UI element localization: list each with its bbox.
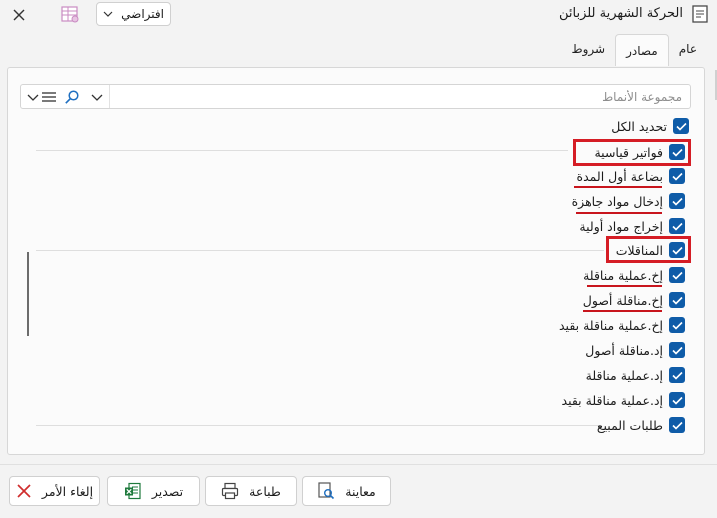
cancel-icon bbox=[17, 484, 31, 498]
preview-icon bbox=[318, 482, 335, 500]
tab-strip: عام مصادر شروط bbox=[562, 34, 707, 66]
highlight-underline bbox=[587, 285, 662, 287]
check-icon bbox=[671, 421, 683, 430]
tab-conditions[interactable]: شروط bbox=[562, 34, 616, 64]
preview-button-label: معاينة bbox=[345, 483, 376, 499]
checkbox[interactable] bbox=[669, 218, 685, 234]
highlight-box bbox=[606, 236, 691, 263]
chevron-down-icon bbox=[103, 11, 113, 17]
chevron-down-icon[interactable] bbox=[25, 89, 41, 105]
excel-export-icon bbox=[124, 482, 141, 500]
tab-general[interactable]: عام bbox=[669, 34, 707, 64]
check-icon bbox=[671, 346, 683, 355]
list-item-label: إد.عملية مناقلة بقيد bbox=[561, 392, 663, 408]
check-icon bbox=[671, 271, 683, 280]
list-item[interactable]: إد.عملية مناقلة bbox=[586, 364, 685, 386]
checkbox[interactable] bbox=[669, 267, 685, 283]
list-divider bbox=[36, 250, 604, 251]
checkbox[interactable] bbox=[669, 317, 685, 333]
preview-button[interactable]: معاينة bbox=[302, 476, 391, 506]
check-icon bbox=[671, 396, 683, 405]
chevron-down-icon[interactable] bbox=[89, 89, 105, 105]
list-item-label: إخ.عملية مناقلة bbox=[583, 267, 663, 283]
checkbox[interactable] bbox=[669, 292, 685, 308]
print-icon bbox=[222, 482, 239, 500]
list-item[interactable]: إخ.عملية مناقلة bbox=[583, 264, 685, 286]
list-divider bbox=[36, 150, 568, 151]
checkbox[interactable] bbox=[669, 193, 685, 209]
export-button[interactable]: تصدير bbox=[107, 476, 200, 506]
table-settings-icon[interactable] bbox=[58, 4, 82, 26]
highlight-box bbox=[573, 139, 691, 166]
window-title: الحركة الشهرية للزبائن bbox=[558, 6, 683, 21]
check-icon bbox=[671, 172, 683, 181]
list-item[interactable]: إخراج مواد أولية bbox=[579, 215, 685, 237]
check-icon bbox=[671, 321, 683, 330]
check-icon bbox=[671, 296, 683, 305]
list-item[interactable]: إدخال مواد جاهزة bbox=[572, 190, 685, 212]
check-icon bbox=[675, 122, 687, 131]
report-icon bbox=[692, 5, 708, 23]
pattern-group-search-input[interactable] bbox=[109, 85, 690, 108]
search-bar bbox=[20, 84, 691, 109]
menu-icon[interactable] bbox=[41, 89, 57, 105]
list-item-label: إد.عملية مناقلة bbox=[585, 367, 663, 383]
profile-dropdown[interactable]: افتراضي bbox=[96, 2, 171, 26]
list-item-label: طلبات المبيع bbox=[596, 417, 663, 433]
checkbox[interactable] bbox=[669, 342, 685, 358]
list-divider bbox=[36, 425, 600, 426]
list-item-label: إد.مناقلة أصول bbox=[585, 342, 663, 358]
highlight-underline bbox=[583, 310, 662, 312]
checkbox[interactable] bbox=[673, 118, 689, 134]
list-item-label: إخ.مناقلة أصول bbox=[582, 292, 663, 308]
check-icon bbox=[671, 371, 683, 380]
title-bar: الحركة الشهرية للزبائن افتراضي bbox=[0, 0, 717, 30]
highlight-underline bbox=[574, 186, 662, 188]
list-item[interactable]: إخ.عملية مناقلة بقيد bbox=[559, 314, 685, 336]
close-button[interactable] bbox=[8, 4, 30, 26]
scroll-indicator[interactable] bbox=[27, 252, 29, 336]
list-item[interactable]: إد.عملية مناقلة بقيد bbox=[562, 389, 685, 411]
checkbox[interactable] bbox=[669, 417, 685, 433]
print-button[interactable]: طباعة bbox=[205, 476, 297, 506]
list-item-label: إخ.عملية مناقلة بقيد bbox=[559, 317, 663, 333]
cancel-button-label: إلغاء الأمر bbox=[41, 483, 94, 499]
search-icon[interactable] bbox=[64, 89, 80, 105]
tab-sources[interactable]: مصادر bbox=[615, 34, 669, 66]
footer-divider bbox=[0, 464, 717, 465]
list-item-label: إخراج مواد أولية bbox=[579, 218, 663, 234]
export-button-label: تصدير bbox=[151, 483, 184, 499]
check-icon bbox=[671, 222, 683, 231]
list-item-label: بضاعة أول المدة bbox=[576, 168, 663, 184]
list-item[interactable]: طلبات المبيع bbox=[597, 414, 685, 436]
list-item-label: تحديد الكل bbox=[611, 118, 667, 134]
list-item-label: إدخال مواد جاهزة bbox=[571, 193, 663, 209]
list-item[interactable]: إخ.مناقلة أصول bbox=[583, 289, 685, 311]
highlight-underline bbox=[576, 212, 662, 214]
list-item[interactable]: إد.مناقلة أصول bbox=[585, 339, 685, 361]
list-item[interactable]: بضاعة أول المدة bbox=[577, 165, 685, 187]
checkbox[interactable] bbox=[669, 168, 685, 184]
check-icon bbox=[671, 197, 683, 206]
print-button-label: طباعة bbox=[249, 483, 281, 499]
profile-dropdown-value: افتراضي bbox=[121, 7, 164, 21]
checkbox[interactable] bbox=[669, 367, 685, 383]
cancel-button[interactable]: إلغاء الأمر bbox=[9, 476, 100, 506]
checkbox[interactable] bbox=[669, 392, 685, 408]
list-item[interactable]: تحديد الكل bbox=[611, 115, 689, 137]
close-icon bbox=[13, 9, 25, 21]
